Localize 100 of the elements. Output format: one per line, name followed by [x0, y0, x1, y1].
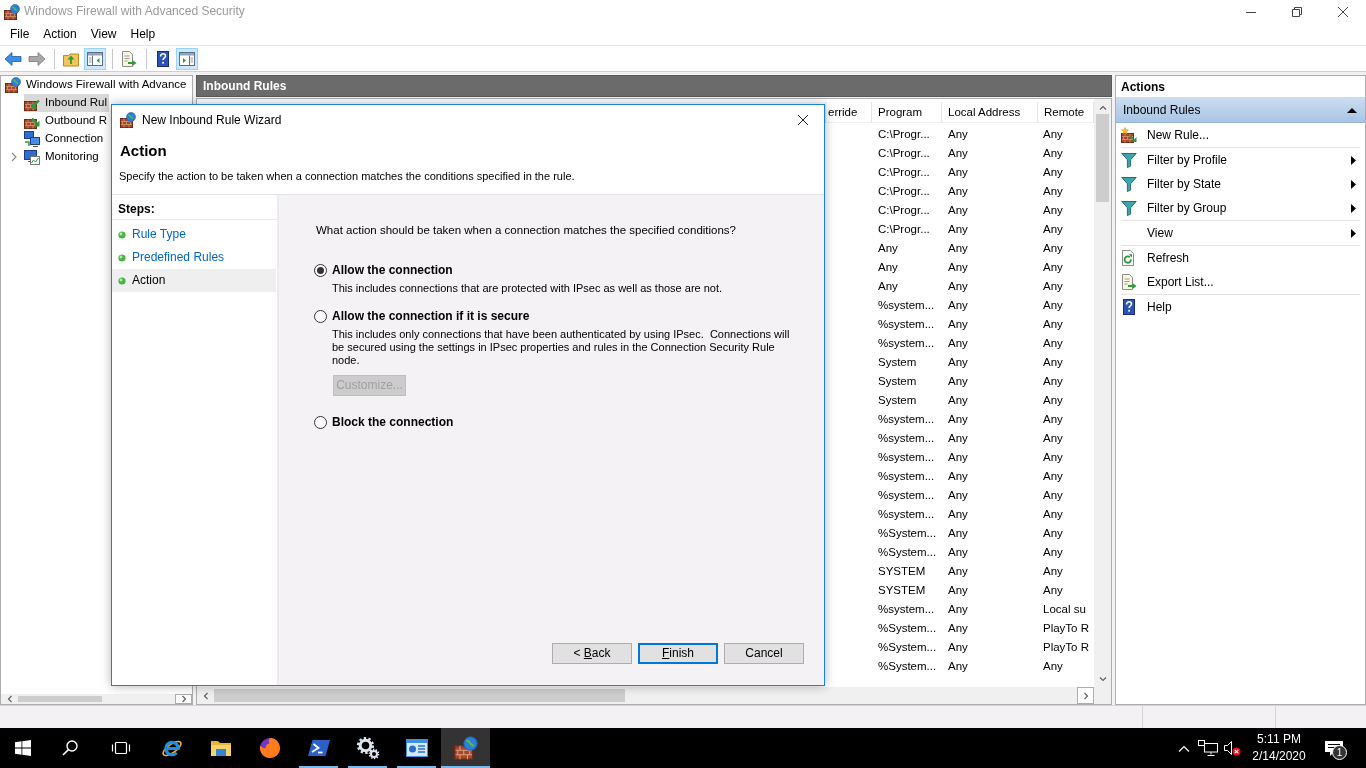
tree-item[interactable]: Monitoring	[24, 148, 101, 166]
chevron-right-icon[interactable]	[11, 152, 17, 162]
table-cell-text: Any	[1042, 165, 1064, 180]
radio-button[interactable]	[314, 415, 327, 429]
table-cell-text: C:\Progr...	[877, 146, 931, 161]
section-header[interactable]: Inbound Rules	[1116, 98, 1365, 123]
dialog-button[interactable]: Finish	[638, 643, 718, 664]
table-cell-text: Any	[1042, 317, 1064, 332]
scrollbar[interactable]	[1, 694, 192, 704]
monitor-chart-icon	[24, 149, 40, 165]
scrollbar-thumb[interactable]	[1096, 114, 1109, 202]
notification-badge: 1	[1332, 745, 1347, 760]
table-cell-text: %system...	[877, 412, 936, 427]
collapse-triangle-icon[interactable]	[1347, 107, 1357, 113]
table-cell-text: Any	[1042, 469, 1064, 484]
dialog-button[interactable]: Cancel	[724, 643, 804, 664]
notification-button[interactable]: 1	[1314, 728, 1354, 768]
menu-item[interactable]: File	[3, 24, 37, 44]
wizard-step[interactable]: Predefined Rules	[112, 246, 276, 269]
table-cell-text: Any	[947, 564, 969, 579]
table-cell-text: Any	[947, 317, 969, 332]
console-tree-button[interactable]	[84, 47, 106, 70]
computers-icon	[24, 131, 40, 147]
chevron-left-icon	[5, 695, 14, 703]
swirl-ball-icon	[257, 736, 282, 760]
table-cell-text: SYSTEM	[877, 583, 927, 598]
table-cell-text: Any	[1042, 507, 1064, 522]
scrollbar-thumb[interactable]	[214, 689, 625, 702]
table-cell-text: C:\Progr...	[877, 127, 931, 142]
radio-label[interactable]: Allow the connection	[332, 263, 453, 277]
tree-item[interactable]: Windows Firewall with Advance	[5, 76, 189, 94]
table-cell-text: PlayTo R	[1042, 621, 1091, 636]
table-cell-text: System	[877, 393, 918, 408]
radio-button[interactable]	[314, 309, 327, 323]
table-cell-text: Any	[947, 127, 969, 142]
task-view-icon	[110, 740, 131, 756]
table-cell-text: Any	[1042, 127, 1064, 142]
table-cell-text: Any	[1042, 450, 1064, 465]
action-item[interactable]: Filter by State	[1121, 172, 1360, 196]
table-cell-text: Any	[947, 469, 969, 484]
table-cell-text: Any	[947, 393, 969, 408]
table-cell-text: %system...	[877, 431, 936, 446]
table-cell-text: Any	[1042, 564, 1064, 579]
action-item[interactable]: Export List...	[1121, 270, 1360, 294]
step-dot-icon	[118, 230, 126, 239]
table-cell-text: Any	[947, 298, 969, 313]
tree-item[interactable]: Inbound Rul	[24, 94, 110, 112]
dialog-button[interactable]: < Back	[552, 643, 632, 664]
radio-button[interactable]	[314, 263, 327, 277]
column-header[interactable]: erride	[826, 102, 872, 123]
scrollbar-corner	[1094, 687, 1111, 704]
chevron-down-icon	[1098, 674, 1107, 683]
menu-item[interactable]: View	[83, 24, 124, 44]
table-cell-text: Any	[947, 602, 969, 617]
radio-label[interactable]: Allow the connection if it is secure	[332, 309, 530, 323]
help-icon	[155, 50, 171, 67]
scrollbar[interactable]	[1094, 99, 1111, 687]
action-item[interactable]: Filter by Group	[1121, 196, 1360, 220]
action-item[interactable]: Help	[1121, 295, 1360, 319]
table-cell-text: Any	[877, 241, 899, 256]
taskbar-app-button[interactable]	[441, 728, 490, 768]
table-cell-text: Any	[947, 355, 969, 370]
action-item[interactable]: Refresh	[1121, 246, 1360, 270]
table-cell-text: Any	[1042, 659, 1064, 674]
wizard-step[interactable]: Action	[112, 269, 276, 292]
table-cell-text: Any	[947, 241, 969, 256]
table-cell-text: Any	[1042, 412, 1064, 427]
window-title: Windows Firewall with Advanced Security	[24, 4, 245, 19]
tree-item[interactable]: Outbound R	[24, 112, 109, 130]
wizard-step[interactable]: Rule Type	[112, 223, 276, 246]
column-header[interactable]: Local Address	[942, 102, 1038, 123]
action-pane-button[interactable]	[176, 47, 198, 70]
brick-wall-globe-icon	[4, 3, 20, 20]
scrollbar-thumb[interactable]	[18, 696, 102, 702]
menu-item[interactable]: Action	[36, 24, 84, 44]
brick-wall-globe-icon	[5, 77, 21, 93]
scrollbar[interactable]	[197, 687, 1094, 704]
funnel-icon	[1121, 176, 1137, 192]
table-cell-text: Any	[1042, 583, 1064, 598]
column-header[interactable]: Program	[872, 102, 942, 123]
clock-date: 2/14/2020	[1251, 748, 1307, 765]
table-cell-text: %System...	[877, 526, 938, 541]
close-icon	[1338, 6, 1348, 17]
dialog-title: New Inbound Rule Wizard	[142, 112, 282, 128]
radio-label[interactable]: Block the connection	[332, 415, 454, 429]
table-cell-text: SYSTEM	[877, 564, 927, 579]
table-cell-text: Any	[1042, 260, 1064, 275]
forward-arrow-icon	[28, 50, 46, 67]
action-item[interactable]: Filter by Profile	[1121, 148, 1360, 172]
table-cell-text: Any	[947, 621, 969, 636]
menu-item[interactable]: Help	[123, 24, 163, 44]
back-arrow-icon	[4, 50, 22, 67]
action-item[interactable]: View	[1121, 221, 1360, 245]
action-item[interactable]: New Rule...	[1121, 123, 1360, 147]
step-dot-icon	[118, 253, 126, 262]
clock-time: 5:11 PM	[1256, 731, 1302, 748]
tree-item[interactable]: Connection	[24, 130, 106, 148]
table-cell-text: Any	[947, 222, 969, 237]
table-cell-text: C:\Progr...	[877, 165, 931, 180]
folder-arrow-icon	[63, 50, 79, 67]
